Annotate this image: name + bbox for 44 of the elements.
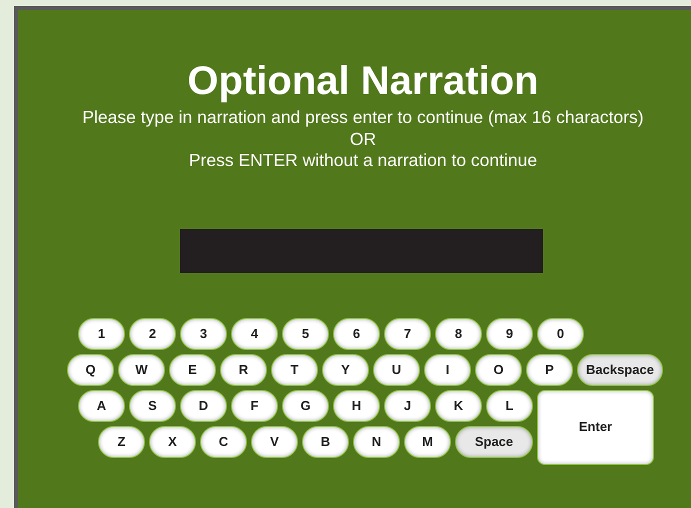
key-button[interactable]: 7 <box>384 318 431 350</box>
key-button[interactable]: M <box>404 426 451 458</box>
key-button[interactable]: I <box>424 354 471 386</box>
key-button[interactable]: E <box>169 354 216 386</box>
key-button[interactable]: P <box>526 354 573 386</box>
key-button[interactable]: L <box>486 390 533 422</box>
key-button[interactable]: X <box>149 426 196 458</box>
key-button[interactable]: T <box>271 354 318 386</box>
key-button[interactable]: Z <box>98 426 145 458</box>
key-button[interactable]: 0 <box>537 318 584 350</box>
key-button[interactable]: B <box>302 426 349 458</box>
key-button[interactable]: Backspace <box>577 354 663 386</box>
instruction-text: OR <box>350 128 376 150</box>
key-button[interactable]: G <box>282 390 329 422</box>
key-button[interactable]: K <box>435 390 482 422</box>
instruction-text: Please type in narration and press enter to continue (max 16 charactors) <box>82 107 644 128</box>
key-button[interactable]: Y <box>322 354 369 386</box>
key-button[interactable]: V <box>251 426 298 458</box>
key-button[interactable]: A <box>78 390 125 422</box>
key-button[interactable]: 4 <box>231 318 278 350</box>
enter-button[interactable]: Enter <box>537 390 654 464</box>
key-button[interactable]: 2 <box>129 318 176 350</box>
key-button[interactable]: N <box>353 426 400 458</box>
key-button[interactable]: U <box>373 354 420 386</box>
instruction-text: Press ENTER without a narration to continue <box>188 150 538 172</box>
key-button[interactable]: 8 <box>435 318 482 350</box>
key-button[interactable]: Q <box>67 354 114 386</box>
key-button[interactable]: W <box>118 354 165 386</box>
narration-input-field[interactable] <box>180 228 543 272</box>
key-button[interactable]: 1 <box>78 318 125 350</box>
key-button[interactable]: 6 <box>333 318 380 350</box>
key-button[interactable]: H <box>333 390 380 422</box>
key-button[interactable]: D <box>180 390 227 422</box>
key-button[interactable]: 3 <box>180 318 227 350</box>
key-button[interactable]: S <box>129 390 176 422</box>
page-title: Optional Narration <box>187 58 539 105</box>
key-button[interactable]: Space <box>455 426 533 458</box>
key-button[interactable]: 9 <box>486 318 533 350</box>
key-button[interactable]: O <box>475 354 522 386</box>
key-button[interactable]: J <box>384 390 431 422</box>
key-button[interactable]: R <box>220 354 267 386</box>
key-button[interactable]: 5 <box>282 318 329 350</box>
key-button[interactable]: F <box>231 390 278 422</box>
key-button[interactable]: C <box>200 426 247 458</box>
